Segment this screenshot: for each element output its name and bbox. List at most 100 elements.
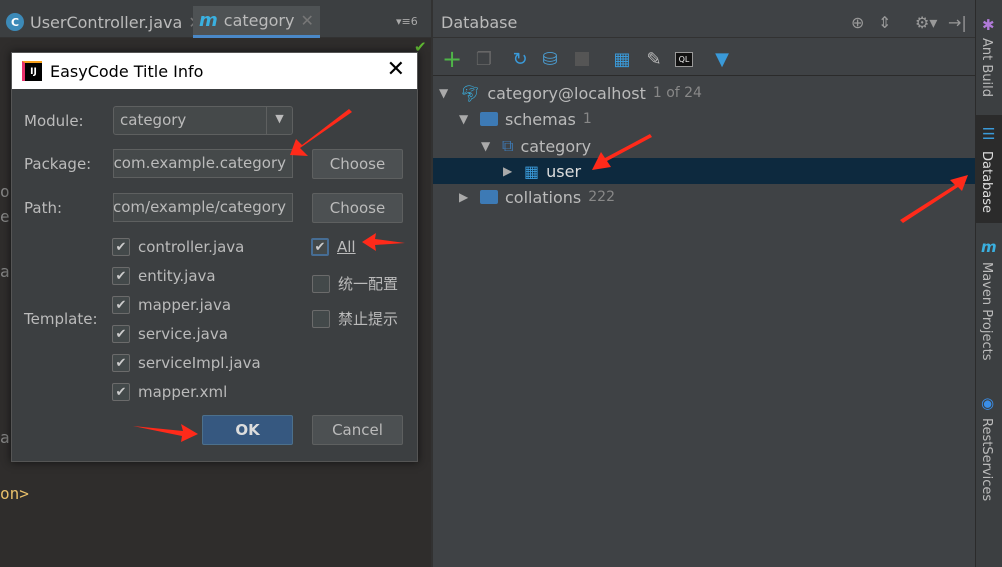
database-panel: Database ⊕ ⇕ ⚙▾ →| + ❐ ↻ ⛁ ▦ ✎ QL ▼ ▼ 🐬︎… — [433, 0, 975, 567]
package-input[interactable]: com.example.category — [113, 149, 293, 178]
copy-icon[interactable]: ❐ — [473, 48, 495, 70]
tree-item-schemas[interactable]: ▼ schemas 1 — [459, 106, 592, 132]
intellij-logo-icon: IJ — [22, 61, 42, 81]
checkbox-checked-icon[interactable]: ✔ — [112, 325, 130, 343]
module-label: Module: — [24, 112, 84, 130]
checkbox-label: mapper.java — [138, 296, 232, 314]
tool-rest-services[interactable]: RestServices — [979, 418, 994, 501]
maven-m-icon: m — [199, 10, 218, 31]
tab-label: category — [223, 11, 295, 30]
checkbox-label: controller.java — [138, 238, 245, 256]
checkbox-checked-icon[interactable]: ✔ — [112, 383, 130, 401]
module-select[interactable]: category ▼ — [113, 106, 293, 135]
collapsed-icon[interactable]: ▶ — [503, 164, 517, 178]
tool-database-active[interactable]: ☰ Database — [976, 115, 1002, 223]
dialog-title: EasyCode Title Info — [50, 61, 204, 81]
ant-icon: ✱ — [982, 16, 995, 34]
choose-path-button[interactable]: Choose — [312, 193, 403, 223]
checkbox-checked-icon[interactable]: ✔ — [112, 354, 130, 372]
template-checkbox[interactable]: ✔ mapper.java — [112, 296, 231, 314]
add-icon[interactable]: + — [441, 45, 463, 73]
checkbox-label: All — [337, 238, 356, 256]
tree-label: schemas — [505, 109, 576, 129]
checkbox-unchecked-icon[interactable] — [312, 309, 330, 328]
db-settings-icon[interactable]: ⛁ — [539, 48, 561, 70]
tab-category[interactable]: m category ✕ — [193, 6, 320, 38]
checkbox-checked-icon[interactable]: ✔ — [112, 267, 130, 285]
path-input[interactable]: com/example/category — [113, 193, 293, 222]
tab-count: 6 — [410, 15, 418, 28]
tree-item-collations[interactable]: ▶ collations 222 — [459, 184, 615, 210]
unified-config-checkbox[interactable]: 统一配置 — [312, 273, 398, 294]
template-checkbox[interactable]: ✔ service.java — [112, 325, 228, 343]
checkbox-checked-icon[interactable]: ✔ — [311, 238, 329, 256]
schema-icon: ⧉ — [502, 136, 514, 155]
tree-count: 1 of 24 — [652, 85, 702, 101]
checkbox-unchecked-icon[interactable] — [312, 274, 330, 293]
checkbox-label: mapper.xml — [138, 383, 228, 401]
tab-usercontroller[interactable]: C UserController.java ✕ — [0, 6, 208, 38]
panel-title: Database — [441, 13, 518, 32]
close-icon[interactable]: ✕ — [300, 11, 313, 30]
checkbox-label: serviceImpl.java — [138, 354, 261, 372]
stop-icon[interactable] — [571, 48, 593, 70]
checkbox-label: 禁止提示 — [338, 310, 399, 328]
mysql-icon: 🐬︎ — [460, 83, 481, 103]
tool-window-strip: ✱ Ant Build ☰ Database m Maven Projects … — [975, 0, 1002, 567]
database-header: Database ⊕ ⇕ ⚙▾ →| — [433, 6, 975, 38]
template-checkbox[interactable]: ✔ controller.java — [112, 238, 244, 256]
tab-list-button[interactable]: ▾≡6 — [396, 15, 418, 28]
class-c-icon: C — [6, 13, 24, 31]
tree-label: user — [546, 161, 582, 181]
tab-label: UserController.java — [30, 12, 183, 32]
rest-services-icon: ◉ — [981, 394, 995, 412]
edit-source-icon[interactable]: ✎ — [643, 48, 665, 70]
cancel-button[interactable]: Cancel — [312, 415, 403, 445]
template-checkbox[interactable]: ✔ entity.java — [112, 267, 216, 285]
close-icon[interactable]: ✕ — [387, 57, 405, 82]
checkbox-checked-icon[interactable]: ✔ — [112, 296, 130, 314]
expanded-icon[interactable]: ▼ — [481, 139, 495, 153]
hide-icon[interactable]: →| — [948, 13, 967, 32]
expanded-icon[interactable]: ▼ — [459, 112, 473, 126]
tool-database-label: Database — [979, 151, 994, 214]
package-label: Package: — [24, 155, 92, 173]
folder-icon — [480, 190, 498, 204]
choose-package-button[interactable]: Choose — [312, 149, 403, 179]
dialog-titlebar: IJ EasyCode Title Info ✕ — [12, 53, 417, 89]
gear-icon[interactable]: ⚙▾ — [915, 13, 937, 32]
database-toolbar: + ❐ ↻ ⛁ ▦ ✎ QL ▼ — [433, 44, 975, 76]
collapse-icon[interactable]: ⇕ — [878, 13, 891, 32]
console-icon[interactable]: QL — [673, 48, 695, 70]
refresh-icon[interactable]: ↻ — [509, 48, 531, 70]
checkbox-label: entity.java — [138, 267, 216, 285]
expanded-icon[interactable]: ▼ — [439, 86, 453, 100]
tree-item-user-table[interactable]: ▶ ▦ user — [503, 158, 581, 184]
template-checkbox[interactable]: ✔ serviceImpl.java — [112, 354, 261, 372]
tree-label: category — [520, 136, 592, 156]
tool-maven-projects[interactable]: Maven Projects — [979, 262, 994, 361]
database-icon: ☰ — [982, 125, 996, 143]
locate-icon[interactable]: ⊕ — [851, 13, 864, 32]
ok-button[interactable]: OK — [202, 415, 293, 445]
template-checkbox[interactable]: ✔ mapper.xml — [112, 383, 227, 401]
tree-count: 1 — [582, 111, 592, 127]
collapsed-icon[interactable]: ▶ — [459, 190, 473, 204]
checkbox-label: service.java — [138, 325, 228, 343]
editor-tabs: C UserController.java ✕ m category ✕ ▾≡6 — [0, 0, 431, 38]
easycode-dialog: IJ EasyCode Title Info ✕ Module: categor… — [11, 52, 418, 462]
filter-icon[interactable]: ▼ — [711, 48, 733, 70]
maven-m-icon: m — [981, 238, 997, 256]
tree-count: 222 — [588, 189, 615, 205]
checkbox-label: 统一配置 — [338, 275, 399, 293]
tree-item-datasource[interactable]: ▼ 🐬︎ category@localhost 1 of 24 — [439, 80, 702, 106]
template-label: Template: — [24, 310, 98, 328]
tree-item-schema[interactable]: ▼ ⧉ category — [481, 133, 591, 159]
checkbox-checked-icon[interactable]: ✔ — [112, 238, 130, 256]
tool-ant-build[interactable]: Ant Build — [979, 38, 994, 97]
disable-prompt-checkbox[interactable]: 禁止提示 — [312, 308, 398, 329]
all-checkbox[interactable]: ✔ All — [311, 238, 356, 256]
module-value: category — [120, 111, 187, 129]
table-icon[interactable]: ▦ — [611, 48, 633, 70]
chevron-down-icon[interactable]: ▼ — [266, 107, 292, 134]
